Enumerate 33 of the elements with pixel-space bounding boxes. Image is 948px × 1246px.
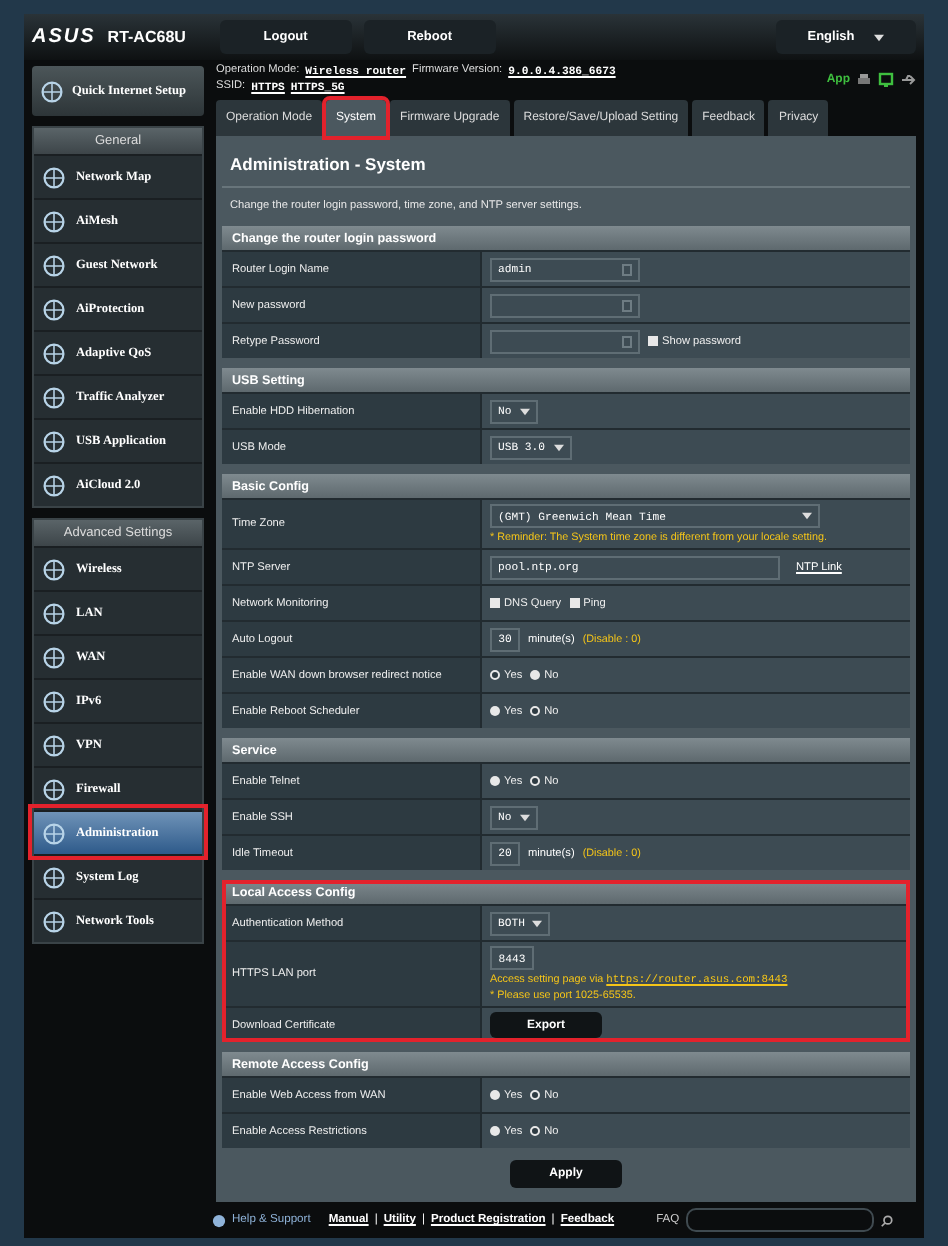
page-title: Administration - System xyxy=(222,144,910,188)
monitor-icon[interactable] xyxy=(878,71,894,87)
caret-icon xyxy=(553,443,563,451)
input-field[interactable] xyxy=(490,329,640,353)
globe-icon xyxy=(42,473,66,497)
globe-icon xyxy=(42,341,66,365)
caret-icon xyxy=(802,512,812,520)
globe-icon xyxy=(42,385,66,409)
globe-icon xyxy=(42,297,66,321)
caret-icon xyxy=(519,813,530,821)
caret-icon xyxy=(519,407,530,415)
globe-icon xyxy=(42,165,66,189)
globe-icon xyxy=(42,865,66,889)
globe-icon xyxy=(42,429,66,453)
globe-icon xyxy=(42,909,66,933)
globe-icon xyxy=(42,777,66,801)
search-field[interactable] xyxy=(685,1208,874,1232)
logo: ASUS xyxy=(32,26,96,48)
caret-icon xyxy=(532,919,543,927)
search-icon[interactable] xyxy=(879,1213,894,1227)
globe-icon xyxy=(42,689,66,713)
globe-icon xyxy=(42,645,66,669)
globe-icon xyxy=(42,733,66,757)
globe-icon xyxy=(42,253,66,277)
caret-icon xyxy=(874,33,885,41)
input-field[interactable] xyxy=(490,293,640,317)
globe-icon xyxy=(42,601,66,625)
model-name: RT-AC68U xyxy=(107,28,188,46)
globe-icon xyxy=(42,209,66,233)
globe-icon xyxy=(42,821,66,845)
globe-icon xyxy=(40,79,64,103)
printer-icon[interactable] xyxy=(856,71,872,87)
globe-icon xyxy=(42,557,66,581)
